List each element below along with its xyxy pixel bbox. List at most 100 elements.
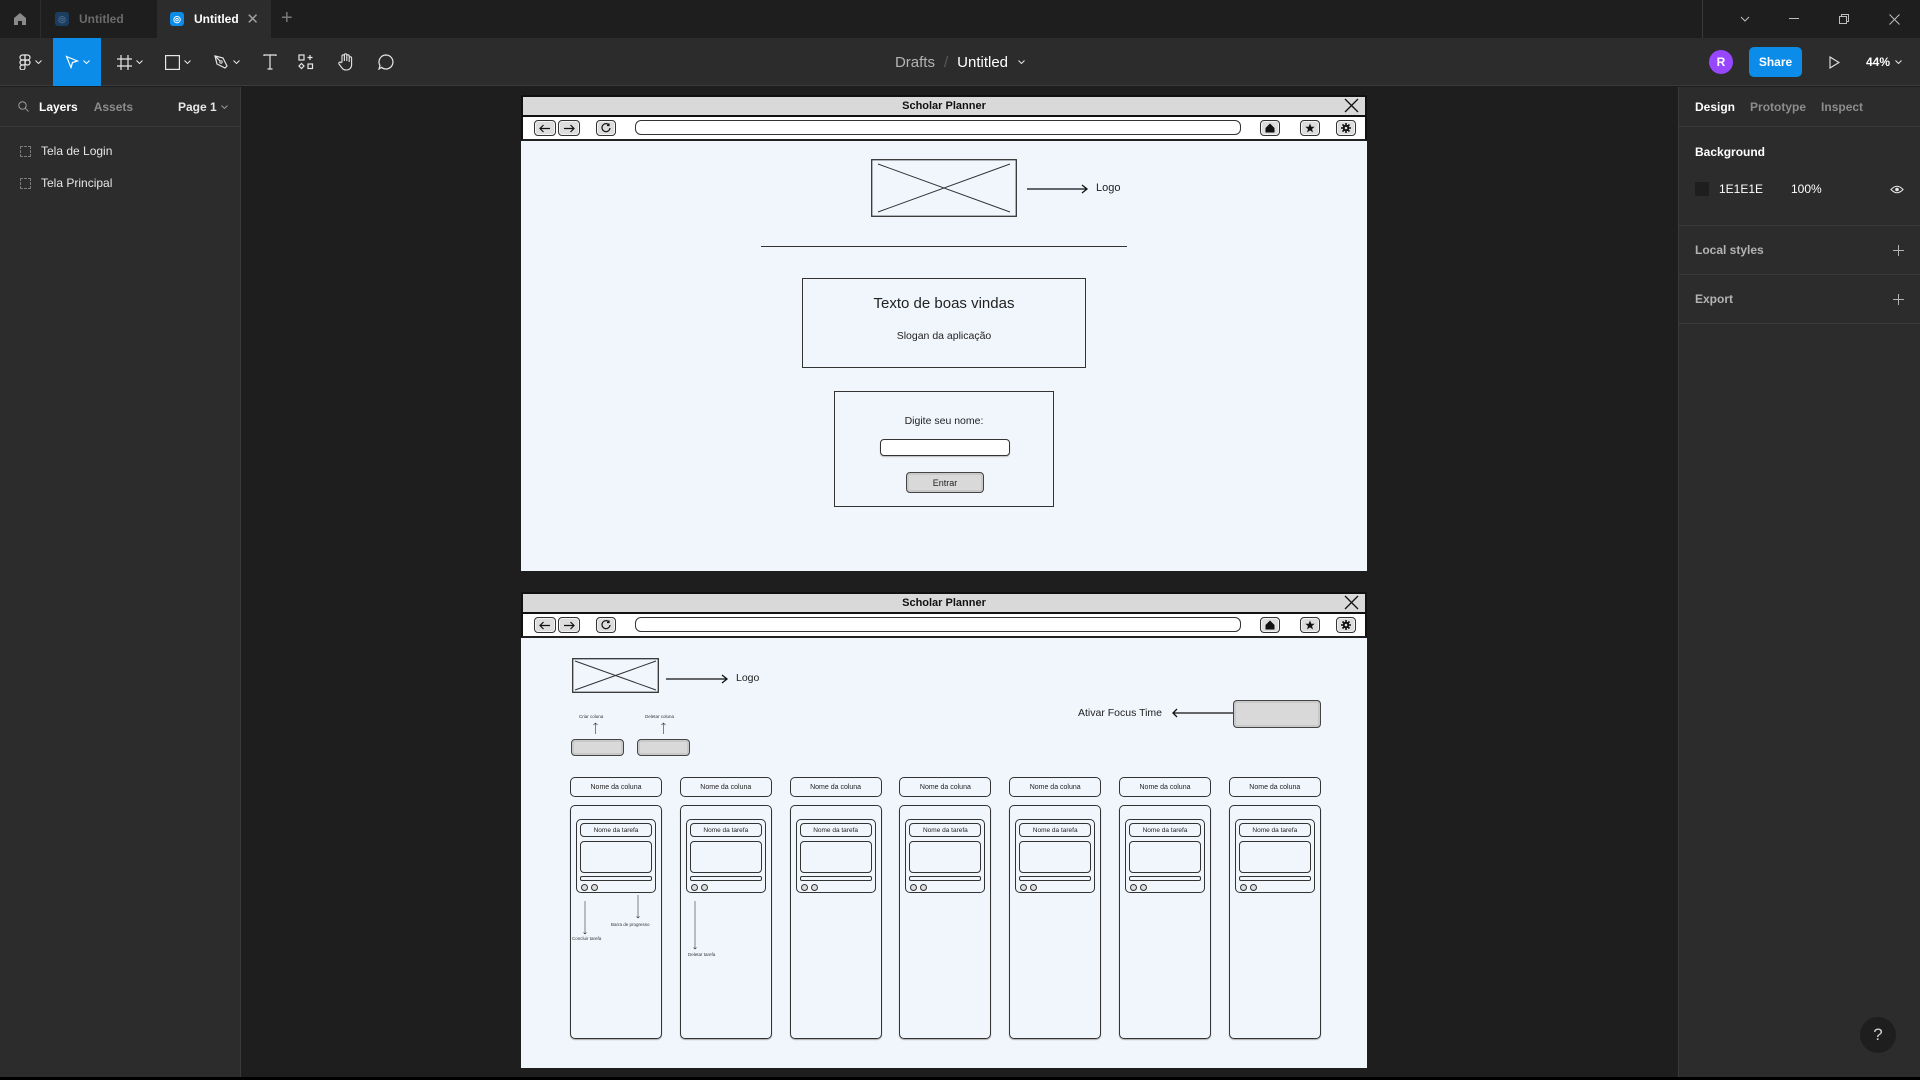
- file-name[interactable]: Untitled: [957, 54, 1008, 71]
- help-button[interactable]: ?: [1860, 1017, 1896, 1053]
- column-header[interactable]: Nome da coluna: [570, 777, 662, 797]
- chevron-down-icon: [220, 104, 228, 109]
- background-color-swatch[interactable]: [1695, 182, 1709, 196]
- column-body: Nome da tarefa: [1228, 805, 1321, 1039]
- move-tool[interactable]: [53, 38, 101, 86]
- frame-tool[interactable]: [110, 38, 150, 86]
- column-header[interactable]: Nome da coluna: [1009, 777, 1102, 797]
- tab-prototype[interactable]: Prototype: [1750, 100, 1806, 114]
- text-tool[interactable]: [254, 38, 286, 86]
- add-export-button[interactable]: [1893, 289, 1904, 309]
- delete-task-button[interactable]: [700, 884, 708, 891]
- arrow-left-icon: [1172, 708, 1233, 718]
- focus-time-button[interactable]: [1233, 700, 1321, 728]
- zoom-dropdown[interactable]: 44%: [1866, 50, 1902, 74]
- task-card[interactable]: Nome da tarefa: [1015, 819, 1096, 893]
- layer-item[interactable]: Tela Principal: [0, 167, 240, 199]
- export-section: Export: [1679, 275, 1920, 324]
- task-card[interactable]: Nome da tarefa: [1234, 819, 1315, 893]
- delete-task-button[interactable]: [1140, 884, 1147, 891]
- delete-task-button[interactable]: [1249, 884, 1257, 891]
- background-opacity-input[interactable]: 100%: [1791, 182, 1890, 196]
- arrow-left-icon: [539, 124, 550, 132]
- background-section: Background 1E1E1E 100%: [1679, 127, 1920, 226]
- close-tab-icon[interactable]: ✕: [246, 10, 259, 28]
- file-tab-inactive[interactable]: ◎ Untitled: [42, 0, 156, 38]
- wf-forward-button: [558, 617, 580, 633]
- restore-button[interactable]: [1821, 0, 1867, 38]
- new-tab-button[interactable]: +: [281, 8, 293, 28]
- column-header[interactable]: Nome da coluna: [899, 777, 992, 797]
- delete-task-button[interactable]: [920, 884, 928, 891]
- complete-task-button[interactable]: [1239, 884, 1247, 891]
- restore-icon: [1839, 14, 1849, 24]
- hand-tool[interactable]: [330, 38, 362, 86]
- breadcrumb-folder[interactable]: Drafts: [895, 54, 935, 71]
- complete-task-button[interactable]: [581, 884, 588, 891]
- resources-tool[interactable]: [290, 38, 322, 86]
- column-header[interactable]: Nome da coluna: [1228, 777, 1321, 797]
- delete-column-annotation: Deletar coluna: [645, 714, 675, 719]
- column-header[interactable]: Nome da coluna: [1119, 777, 1211, 797]
- tabs-overflow-button[interactable]: [1722, 0, 1768, 38]
- column-body: Nome da tarefa: [1119, 805, 1211, 1039]
- background-hex-input[interactable]: 1E1E1E: [1719, 182, 1791, 196]
- wf-back-button: [534, 120, 556, 136]
- complete-task-button[interactable]: [1130, 884, 1137, 891]
- task-description: [799, 841, 872, 873]
- share-button[interactable]: Share: [1749, 47, 1802, 77]
- task-card[interactable]: Nome da tarefa: [1125, 819, 1205, 893]
- tab-design[interactable]: Design: [1695, 100, 1735, 114]
- shape-tool[interactable]: [158, 38, 198, 86]
- delete-task-button[interactable]: [591, 884, 598, 891]
- complete-task-button[interactable]: [800, 884, 808, 891]
- create-column-button[interactable]: [571, 739, 624, 756]
- add-local-style-button[interactable]: [1893, 240, 1904, 260]
- complete-task-button[interactable]: [690, 884, 698, 891]
- enter-button[interactable]: Entrar: [906, 472, 984, 493]
- wf-address-bar: [635, 617, 1241, 632]
- hand-icon: [338, 53, 353, 71]
- tab-inspect[interactable]: Inspect: [1821, 100, 1863, 114]
- search-icon[interactable]: [18, 101, 29, 112]
- pen-tool[interactable]: [206, 38, 246, 86]
- task-card[interactable]: Nome da tarefa: [905, 819, 986, 893]
- chevron-down-icon[interactable]: [1018, 60, 1025, 64]
- user-avatar[interactable]: R: [1709, 50, 1733, 74]
- column-header[interactable]: Nome da coluna: [789, 777, 882, 797]
- comment-tool[interactable]: [370, 38, 402, 86]
- layer-name: Tela Principal: [41, 176, 113, 190]
- main-menu-button[interactable]: [10, 38, 50, 86]
- home-button[interactable]: [0, 0, 41, 38]
- file-tab-active[interactable]: ◎ Untitled ✕: [157, 0, 271, 38]
- arrow-down-icon: [693, 901, 697, 950]
- tab-assets[interactable]: Assets: [94, 100, 133, 114]
- task-description: [909, 841, 982, 873]
- frame-tela-de-login[interactable]: Scholar Planner Logo Texto de boas vinda…: [521, 95, 1367, 571]
- complete-task-button[interactable]: [910, 884, 918, 891]
- layer-item[interactable]: Tela de Login: [0, 135, 240, 167]
- present-button[interactable]: [1822, 50, 1846, 74]
- task-card[interactable]: Nome da tarefa: [576, 819, 656, 893]
- close-icon: [1888, 13, 1900, 25]
- delete-task-button[interactable]: [810, 884, 818, 891]
- divider: [1702, 0, 1703, 38]
- page-selector[interactable]: Page 1: [178, 100, 228, 114]
- eye-icon[interactable]: [1890, 185, 1904, 194]
- arrow-up-icon: [661, 722, 666, 734]
- delete-task-button[interactable]: [1030, 884, 1038, 891]
- close-window-button[interactable]: [1871, 0, 1917, 38]
- frame-tela-principal[interactable]: Scholar Planner Logo Criar coluna Deleta…: [521, 592, 1367, 1068]
- tab-layers[interactable]: Layers: [39, 100, 78, 114]
- local-styles-title: Local styles: [1695, 243, 1764, 257]
- complete-task-button[interactable]: [1020, 884, 1028, 891]
- minimize-button[interactable]: [1771, 0, 1817, 38]
- cursor-icon: [64, 55, 79, 69]
- column-header[interactable]: Nome da coluna: [679, 777, 772, 797]
- task-card[interactable]: Nome da tarefa: [795, 819, 876, 893]
- wf-reload-button: [596, 617, 616, 633]
- delete-column-button[interactable]: [637, 739, 690, 756]
- task-card[interactable]: Nome da tarefa: [685, 819, 766, 893]
- arrow-left-icon: [539, 621, 550, 629]
- name-input[interactable]: [880, 439, 1010, 456]
